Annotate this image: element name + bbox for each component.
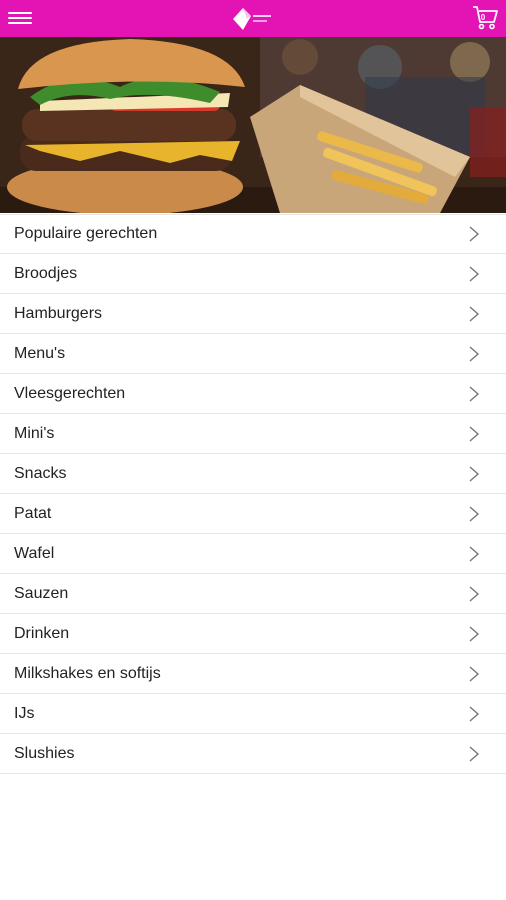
category-item-populaire-gerechten[interactable]: Populaire gerechten [0, 214, 506, 254]
chevron-right-icon [469, 665, 480, 682]
category-item-slushies[interactable]: Slushies [0, 734, 506, 774]
chevron-right-icon [469, 385, 480, 402]
category-label: Drinken [14, 624, 70, 642]
category-item-milkshakes-en-softijs[interactable]: Milkshakes en softijs [0, 654, 506, 694]
category-label: Wafel [14, 544, 55, 562]
hamburger-menu-icon[interactable] [8, 9, 32, 29]
chevron-right-icon [469, 265, 480, 282]
category-item-menus[interactable]: Menu's [0, 334, 506, 374]
category-label: Mini's [14, 424, 55, 442]
cart-count-badge: 0 [480, 13, 486, 22]
category-label: IJs [14, 704, 35, 722]
category-item-wafel[interactable]: Wafel [0, 534, 506, 574]
category-label: Milkshakes en softijs [14, 664, 161, 682]
category-label: Sauzen [14, 584, 69, 602]
category-item-snacks[interactable]: Snacks [0, 454, 506, 494]
chevron-right-icon [469, 465, 480, 482]
chevron-right-icon [469, 425, 480, 442]
category-list: Populaire gerechten Broodjes Hamburgers … [0, 214, 506, 774]
chevron-right-icon [469, 345, 480, 362]
category-label: Patat [14, 504, 52, 522]
category-label: Vleesgerechten [14, 384, 126, 402]
hero-banner-image [0, 37, 506, 213]
chevron-right-icon [469, 585, 480, 602]
category-item-patat[interactable]: Patat [0, 494, 506, 534]
chevron-right-icon [469, 545, 480, 562]
restaurant-logo[interactable] [229, 6, 275, 32]
category-item-broodjes[interactable]: Broodjes [0, 254, 506, 294]
shopping-cart-icon[interactable]: 0 [471, 4, 499, 32]
chevron-right-icon [469, 705, 480, 722]
category-label: Populaire gerechten [14, 225, 158, 242]
chevron-right-icon [469, 305, 480, 322]
category-label: Snacks [14, 464, 67, 482]
chevron-right-icon [469, 625, 480, 642]
app-header: 0 [0, 0, 506, 37]
category-label: Hamburgers [14, 304, 103, 322]
category-item-ijs[interactable]: IJs [0, 694, 506, 734]
category-item-vleesgerechten[interactable]: Vleesgerechten [0, 374, 506, 414]
category-label: Broodjes [14, 264, 78, 282]
category-item-sauzen[interactable]: Sauzen [0, 574, 506, 614]
chevron-right-icon [469, 226, 480, 242]
category-label: Slushies [14, 744, 75, 762]
category-item-hamburgers[interactable]: Hamburgers [0, 294, 506, 334]
category-item-drinken[interactable]: Drinken [0, 614, 506, 654]
chevron-right-icon [469, 505, 480, 522]
chevron-right-icon [469, 745, 480, 762]
category-item-minis[interactable]: Mini's [0, 414, 506, 454]
category-label: Menu's [14, 344, 66, 362]
